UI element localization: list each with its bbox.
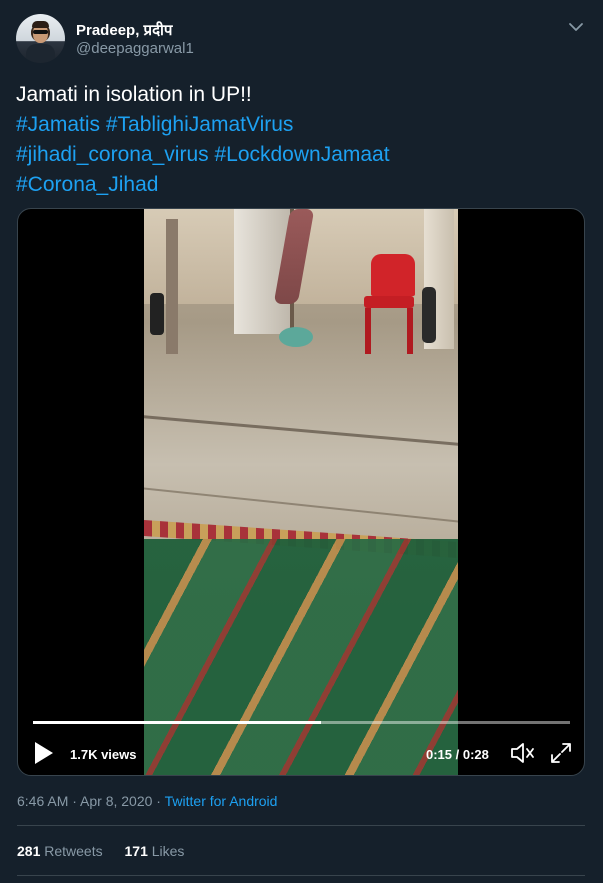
video-progress-bar[interactable] — [33, 721, 570, 724]
avatar-glasses — [33, 30, 48, 34]
hashtag-link[interactable]: #Corona_Jihad — [16, 173, 158, 196]
fullscreen-icon[interactable] — [549, 741, 573, 765]
likes-label: Likes — [151, 843, 185, 859]
avatar-shirt — [26, 44, 55, 63]
chevron-down-icon[interactable] — [567, 18, 585, 36]
hashtag-link[interactable]: #TablighiJamatVirus — [106, 113, 294, 136]
video-player[interactable]: 1.7K views 0:15 / 0:28 — [17, 208, 585, 776]
video-view-count: 1.7K views — [70, 747, 137, 762]
retweets-stat[interactable]: 281 Retweets — [17, 843, 103, 859]
tweet-text: Jamati in isolation in UP!! #Jamatis #Ta… — [16, 80, 587, 200]
video-carpet — [144, 539, 458, 775]
avatar-hair — [32, 21, 49, 28]
divider — [17, 825, 585, 826]
video-pillar — [166, 219, 178, 354]
tweet-client-link[interactable]: Twitter for Android — [165, 793, 278, 809]
author-display-name[interactable]: Pradeep, प्रदीप — [76, 20, 172, 40]
video-bin — [422, 287, 436, 343]
play-icon[interactable] — [33, 741, 55, 765]
chair-seat — [364, 296, 414, 308]
tweet-hashtag-line-2: #jihadi_corona_virus #LockdownJamaat — [16, 140, 587, 170]
hashtag-link[interactable]: #jihadi_corona_virus — [16, 143, 209, 166]
retweets-count: 281 — [17, 843, 41, 859]
floor-seam — [144, 415, 458, 446]
video-time: 0:15 / 0:28 — [426, 747, 489, 762]
hashtag-link[interactable]: #Jamatis — [16, 113, 100, 136]
chair-leg — [407, 308, 413, 354]
chair-leg — [365, 308, 371, 354]
likes-stat[interactable]: 171 Likes — [125, 843, 185, 859]
tweet-timestamp[interactable]: 6:46 AM · Apr 8, 2020 — [17, 793, 152, 809]
hashtag-link[interactable]: #LockdownJamaat — [214, 143, 389, 166]
tweet-header: Pradeep, प्रदीप @deepaggarwal1 — [16, 12, 587, 64]
floor-seam — [144, 487, 458, 523]
meta-separator: · — [152, 793, 165, 809]
video-tub — [279, 327, 313, 347]
tweet-meta: 6:46 AM · Apr 8, 2020 · Twitter for Andr… — [17, 793, 277, 809]
video-bin — [150, 293, 164, 335]
video-red-chair — [359, 254, 419, 354]
tweet-hashtag-line-1: #Jamatis #TablighiJamatVirus — [16, 110, 587, 140]
volume-icon[interactable] — [510, 741, 536, 765]
tweet-stats: 281 Retweets 171 Likes — [17, 843, 202, 859]
retweets-label: Retweets — [44, 843, 103, 859]
video-frame[interactable] — [144, 209, 458, 775]
likes-count: 171 — [124, 843, 148, 859]
author-handle[interactable]: @deepaggarwal1 — [76, 40, 194, 57]
tweet-text-line: Jamati in isolation in UP!! — [16, 83, 252, 106]
tweet-hashtag-line-3: #Corona_Jihad — [16, 170, 587, 200]
divider — [17, 875, 585, 876]
chair-back — [371, 254, 415, 296]
video-progress-fill — [33, 721, 321, 724]
avatar[interactable] — [16, 14, 65, 63]
